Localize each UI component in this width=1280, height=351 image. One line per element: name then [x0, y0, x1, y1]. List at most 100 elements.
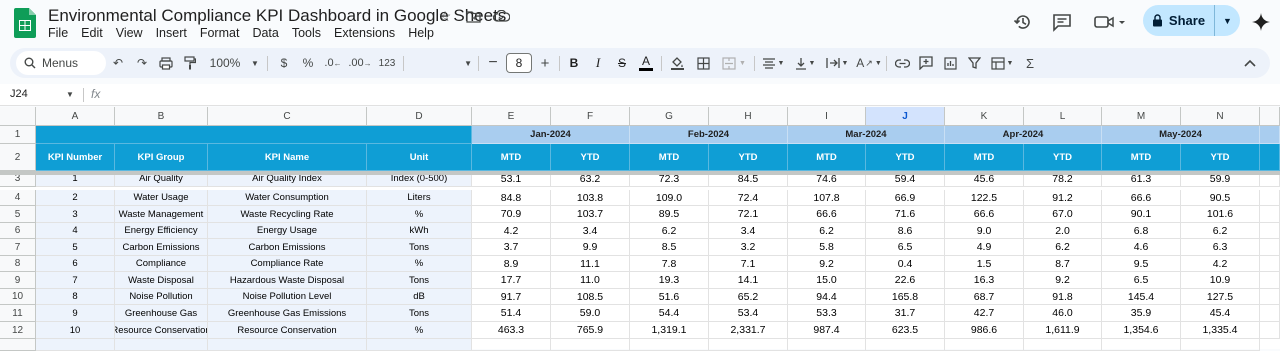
empty-cell[interactable]: [208, 339, 367, 351]
kpi-value-cell[interactable]: 1,319.1: [630, 322, 709, 339]
kpi-info-cell[interactable]: Waste Disposal: [115, 272, 208, 289]
kpi-value-cell[interactable]: 9.5: [1102, 256, 1181, 272]
empty-cell[interactable]: [1260, 305, 1280, 322]
empty-cell[interactable]: [1102, 339, 1181, 351]
kpi-value-cell[interactable]: 1,354.6: [1102, 322, 1181, 339]
kpi-value-cell[interactable]: 66.6: [1102, 190, 1181, 206]
kpi-value-cell[interactable]: 89.5: [630, 206, 709, 223]
empty-cell[interactable]: [36, 339, 115, 351]
column-header-c[interactable]: C: [208, 107, 367, 126]
kpi-value-cell[interactable]: 16.3: [945, 272, 1024, 289]
kpi-value-cell[interactable]: 4.6: [1102, 239, 1181, 256]
kpi-info-cell[interactable]: %: [367, 206, 472, 223]
kpi-value-cell[interactable]: 53.3: [788, 305, 866, 322]
kpi-value-cell[interactable]: 91.2: [1024, 190, 1102, 206]
strikethrough-icon[interactable]: S: [611, 48, 633, 78]
kpi-value-cell[interactable]: 2.0: [1024, 223, 1102, 239]
empty-cell[interactable]: [1260, 289, 1280, 305]
kpi-info-cell[interactable]: Waste Recycling Rate: [208, 206, 367, 223]
menu-extensions[interactable]: Extensions: [334, 26, 395, 40]
kpi-value-cell[interactable]: 3.7: [472, 239, 551, 256]
kpi-info-cell[interactable]: 6: [36, 256, 115, 272]
column-header-a[interactable]: A: [36, 107, 115, 126]
menu-file[interactable]: File: [48, 26, 68, 40]
kpi-value-cell[interactable]: 94.4: [788, 289, 866, 305]
kpi-value-cell[interactable]: 31.7: [866, 305, 945, 322]
filter-views-icon[interactable]: ▼: [986, 48, 1018, 78]
text-color-icon[interactable]: A: [635, 48, 657, 78]
kpi-value-cell[interactable]: 51.4: [472, 305, 551, 322]
kpi-info-cell[interactable]: 3: [36, 206, 115, 223]
kpi-value-cell[interactable]: 66.6: [945, 206, 1024, 223]
kpi-value-cell[interactable]: 65.2: [709, 289, 788, 305]
name-box-dropdown-icon[interactable]: ▼: [66, 90, 74, 99]
kpi-info-cell[interactable]: Compliance: [115, 256, 208, 272]
kpi-value-cell[interactable]: 11.0: [551, 272, 630, 289]
kpi-value-cell[interactable]: 122.5: [945, 190, 1024, 206]
row-header-10[interactable]: 10: [0, 289, 36, 305]
kpi-value-cell[interactable]: 101.6: [1181, 206, 1260, 223]
kpi-value-cell[interactable]: 107.8: [788, 190, 866, 206]
empty-cell[interactable]: [630, 339, 709, 351]
kpi-value-cell[interactable]: 987.4: [788, 322, 866, 339]
kpi-info-cell[interactable]: Liters: [367, 190, 472, 206]
kpi-value-cell[interactable]: 45.4: [1181, 305, 1260, 322]
cloud-status-icon[interactable]: [492, 7, 510, 25]
insert-chart-icon[interactable]: [938, 48, 962, 78]
spreadsheet-grid[interactable]: A B C D E F G H I J K L M N 1 2 3 4 5 6 7 8 9 10 11 12 Jan-2024 Feb…: [0, 107, 1280, 351]
kpi-value-cell[interactable]: 8.7: [1024, 256, 1102, 272]
kpi-info-cell[interactable]: Energy Usage: [208, 223, 367, 239]
filter-icon[interactable]: [962, 48, 986, 78]
kpi-value-cell[interactable]: 68.7: [945, 289, 1024, 305]
kpi-value-cell[interactable]: 623.5: [866, 322, 945, 339]
insert-link-icon[interactable]: [890, 48, 914, 78]
kpi-value-cell[interactable]: 1,611.9: [1024, 322, 1102, 339]
kpi-value-cell[interactable]: 145.4: [1102, 289, 1181, 305]
menu-data[interactable]: Data: [252, 26, 278, 40]
kpi-info-cell[interactable]: 2: [36, 190, 115, 206]
kpi-value-cell[interactable]: 71.6: [866, 206, 945, 223]
kpi-info-cell[interactable]: Tons: [367, 272, 472, 289]
kpi-value-cell[interactable]: 22.6: [866, 272, 945, 289]
row-header-2[interactable]: 2: [0, 144, 36, 171]
kpi-info-cell[interactable]: 8: [36, 289, 115, 305]
select-all-corner[interactable]: [0, 107, 36, 126]
kpi-value-cell[interactable]: 3.4: [709, 223, 788, 239]
version-history-icon[interactable]: [1011, 10, 1035, 34]
kpi-value-cell[interactable]: 103.7: [551, 206, 630, 223]
kpi-value-cell[interactable]: 3.2: [709, 239, 788, 256]
move-folder-icon[interactable]: [464, 7, 482, 25]
kpi-info-cell[interactable]: Hazardous Waste Disposal: [208, 272, 367, 289]
row-header-9[interactable]: 9: [0, 272, 36, 289]
kpi-info-cell[interactable]: Noise Pollution: [115, 289, 208, 305]
menus-search[interactable]: Menus: [16, 51, 106, 75]
empty-cell[interactable]: [1260, 223, 1280, 239]
menu-edit[interactable]: Edit: [81, 26, 103, 40]
kpi-value-cell[interactable]: 986.6: [945, 322, 1024, 339]
kpi-value-cell[interactable]: 5.8: [788, 239, 866, 256]
comments-icon[interactable]: [1050, 10, 1074, 34]
empty-cell[interactable]: [788, 339, 866, 351]
kpi-info-cell[interactable]: Noise Pollution Level: [208, 289, 367, 305]
kpi-info-cell[interactable]: Water Consumption: [208, 190, 367, 206]
kpi-value-cell[interactable]: 2,331.7: [709, 322, 788, 339]
text-wrapping-icon[interactable]: ▼: [822, 48, 852, 78]
kpi-value-cell[interactable]: 54.4: [630, 305, 709, 322]
kpi-value-cell[interactable]: 4.9: [945, 239, 1024, 256]
kpi-info-cell[interactable]: 10: [36, 322, 115, 339]
column-header-n[interactable]: N: [1181, 107, 1260, 126]
menu-help[interactable]: Help: [408, 26, 434, 40]
column-header-k[interactable]: K: [945, 107, 1024, 126]
column-header-e[interactable]: E: [472, 107, 551, 126]
kpi-value-cell[interactable]: 14.1: [709, 272, 788, 289]
kpi-value-cell[interactable]: 9.2: [788, 256, 866, 272]
kpi-value-cell[interactable]: 59.0: [551, 305, 630, 322]
kpi-value-cell[interactable]: 67.0: [1024, 206, 1102, 223]
menu-view[interactable]: View: [116, 26, 143, 40]
kpi-value-cell[interactable]: 70.9: [472, 206, 551, 223]
kpi-value-cell[interactable]: 4.2: [1181, 256, 1260, 272]
kpi-info-cell[interactable]: 7: [36, 272, 115, 289]
kpi-info-cell[interactable]: Resource Conservation: [115, 322, 208, 339]
kpi-value-cell[interactable]: 0.4: [866, 256, 945, 272]
collapse-toolbar-icon[interactable]: [1238, 48, 1262, 78]
